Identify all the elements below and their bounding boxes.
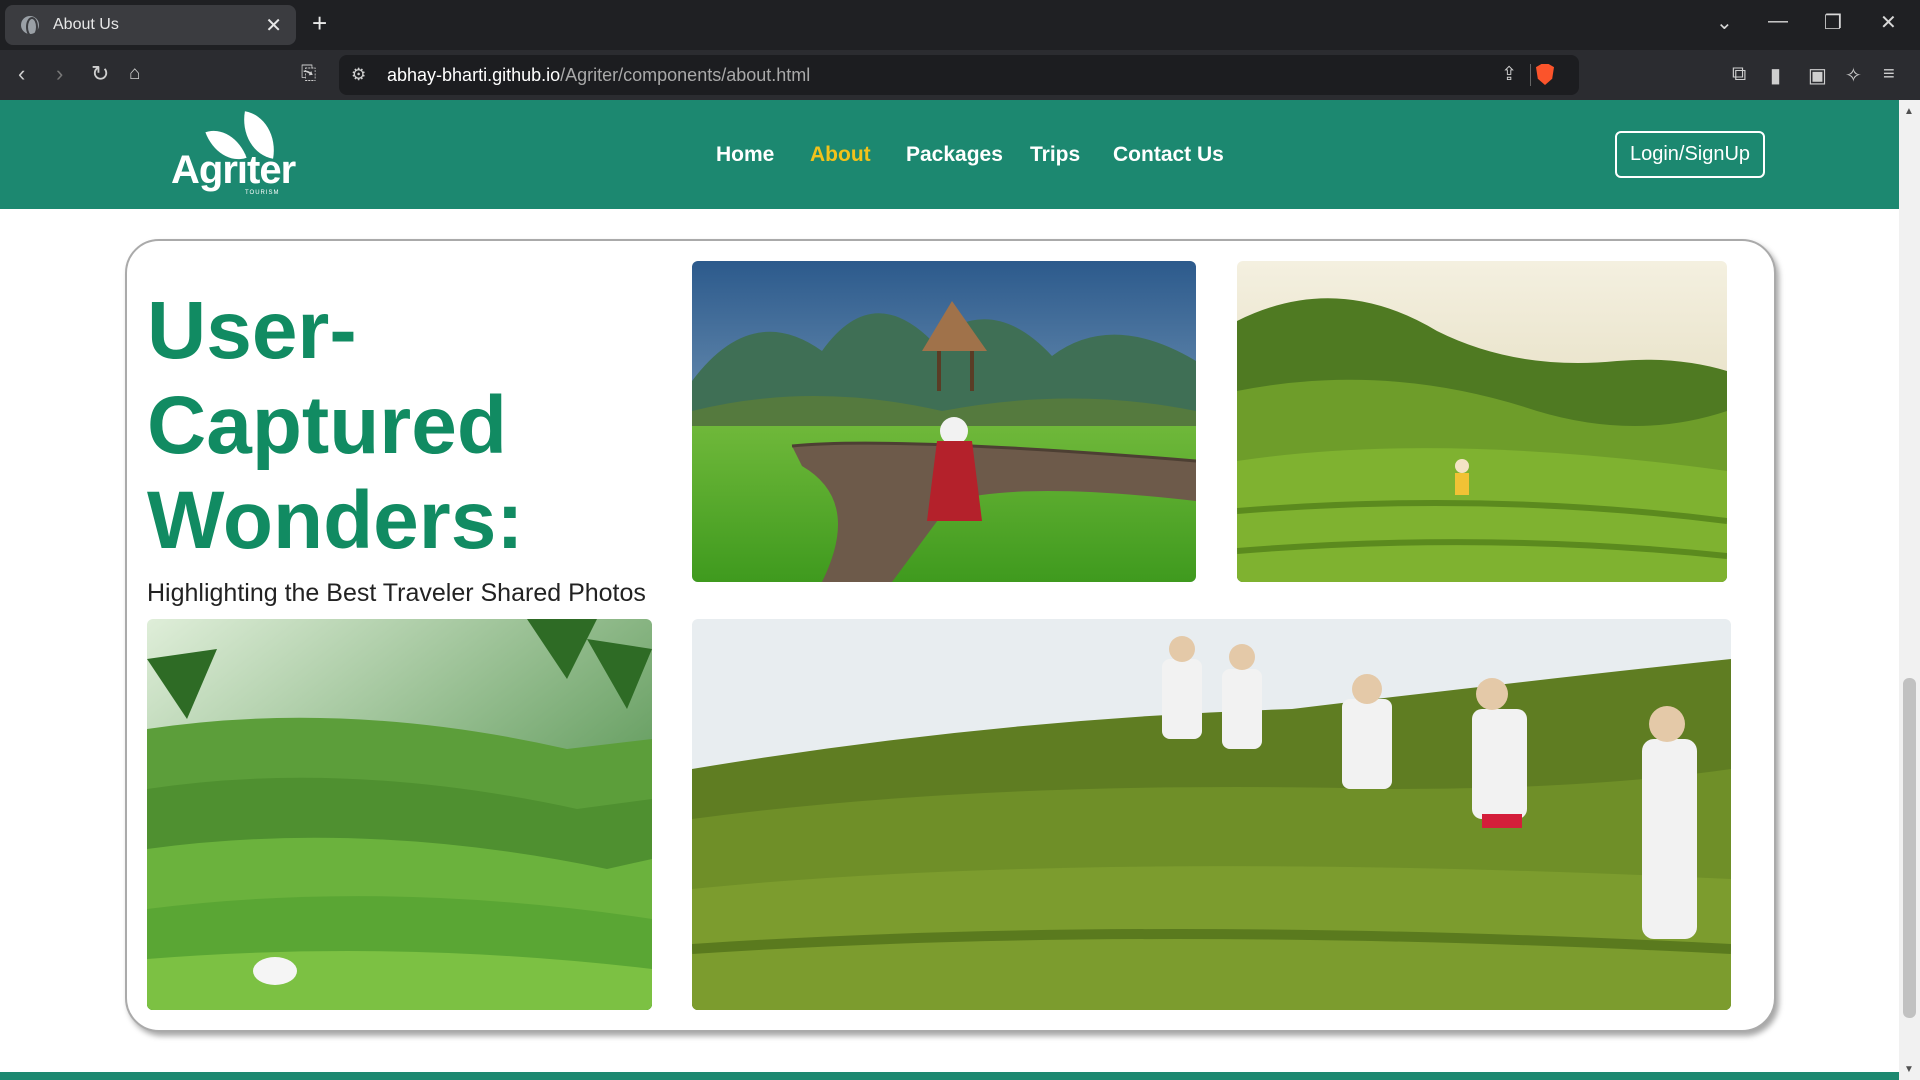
restore-icon[interactable]: ❐ bbox=[1824, 10, 1842, 35]
address-bar[interactable]: ⚙ abhay-bharti.github.io/Agriter/compone… bbox=[339, 55, 1579, 95]
tab-title: About Us bbox=[53, 16, 119, 33]
login-signup-button[interactable]: Login/SignUp bbox=[1615, 131, 1765, 178]
share-icon[interactable]: ⇪ bbox=[1501, 63, 1517, 86]
sidebar-icon[interactable]: ▮ bbox=[1770, 63, 1781, 88]
bookmark-icon[interactable]: ⎘ bbox=[301, 62, 316, 86]
site-logo[interactable]: Agriter TOURISM bbox=[171, 111, 301, 196]
nav-about[interactable]: About bbox=[810, 143, 871, 167]
photo-rice-terraces bbox=[147, 619, 652, 1010]
close-window-icon[interactable]: ✕ bbox=[1880, 10, 1897, 35]
scroll-up-icon[interactable]: ▲ bbox=[1904, 106, 1914, 117]
gallery-subheading: Highlighting the Best Traveler Shared Ph… bbox=[147, 579, 646, 607]
home-icon[interactable]: ⌂ bbox=[129, 62, 140, 86]
new-tab-button[interactable]: + bbox=[312, 8, 327, 38]
leo-ai-icon[interactable]: ✧ bbox=[1845, 63, 1862, 88]
minimize-icon[interactable]: — bbox=[1768, 10, 1788, 33]
browser-tab-bar: About Us ✕ + ⌄ — ❐ ✕ bbox=[0, 0, 1920, 50]
back-icon[interactable]: ‹ bbox=[18, 62, 25, 86]
close-tab-icon[interactable]: ✕ bbox=[265, 13, 282, 38]
scroll-down-icon[interactable]: ▼ bbox=[1904, 1064, 1914, 1075]
logo-subtitle: TOURISM bbox=[245, 190, 280, 196]
nav-home[interactable]: Home bbox=[716, 143, 774, 167]
gallery-heading: User-Captured Wonders: bbox=[147, 285, 524, 566]
nav-trips[interactable]: Trips bbox=[1030, 143, 1080, 167]
divider bbox=[1530, 64, 1531, 86]
photo-tea-pickers bbox=[692, 619, 1731, 1010]
brave-shields-icon[interactable] bbox=[1536, 64, 1554, 85]
page-scrollbar[interactable]: ▲ ▼ bbox=[1899, 100, 1920, 1080]
scroll-thumb[interactable] bbox=[1903, 678, 1916, 1018]
nav-contact-us[interactable]: Contact Us bbox=[1113, 143, 1224, 167]
photo-boardwalk-rice-field bbox=[692, 261, 1196, 582]
reload-icon[interactable]: ↻ bbox=[91, 62, 109, 86]
photo-tea-hills bbox=[1237, 261, 1727, 582]
nav-packages[interactable]: Packages bbox=[906, 143, 1003, 167]
globe-icon bbox=[21, 16, 39, 37]
site-info-icon[interactable]: ⚙ bbox=[351, 65, 366, 85]
browser-tab[interactable]: About Us ✕ bbox=[5, 5, 296, 45]
url-text[interactable]: abhay-bharti.github.io/Agriter/component… bbox=[387, 65, 810, 86]
wallet-icon[interactable]: ▣ bbox=[1808, 63, 1827, 88]
extensions-icon[interactable]: ⧉ bbox=[1732, 63, 1746, 86]
tab-search-icon[interactable]: ⌄ bbox=[1716, 10, 1733, 35]
forward-icon[interactable]: › bbox=[56, 62, 63, 86]
footer-strip bbox=[0, 1072, 1899, 1080]
menu-icon[interactable]: ≡ bbox=[1883, 63, 1895, 86]
logo-text: Agriter bbox=[171, 148, 296, 192]
